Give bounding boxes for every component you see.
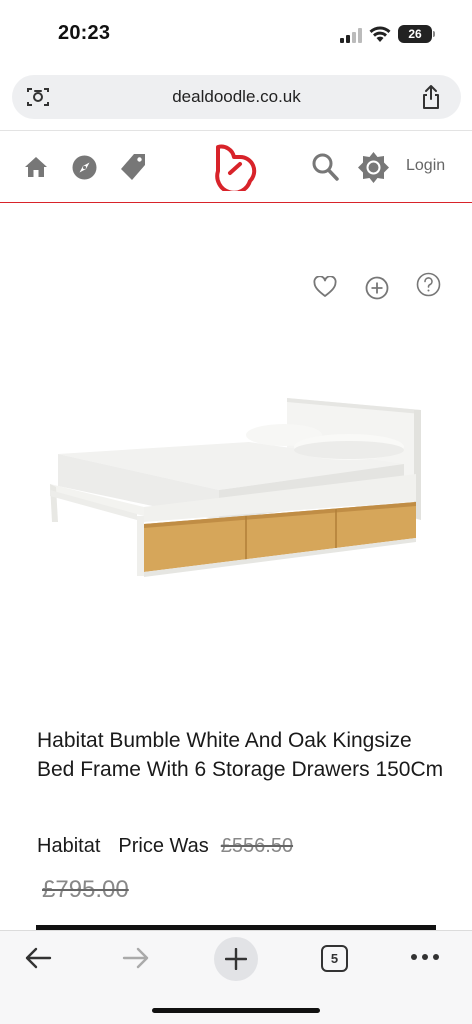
old-price: £795.00 [42,876,129,903]
header-accent-rule [0,202,472,203]
share-icon[interactable] [420,84,442,110]
help-circle-icon[interactable] [416,272,441,297]
browser-toolbar: 5 [0,930,472,1024]
page: 20:23 26 dealdoodle.co.uk Login Habitat … [0,0,472,1024]
camera-search-icon[interactable] [26,86,50,108]
compass-icon[interactable] [72,155,97,180]
cellular-signal-icon [340,28,362,43]
address-bar[interactable]: dealdoodle.co.uk [12,75,461,119]
wifi-icon [369,26,391,42]
dealdoodle-logo[interactable] [210,143,262,191]
back-arrow-icon[interactable] [24,946,52,970]
battery-nub [433,31,435,37]
login-link[interactable]: Login [406,157,445,175]
new-tab-button[interactable] [214,937,258,981]
address-url[interactable]: dealdoodle.co.uk [12,75,461,119]
site-header: Login [0,131,472,203]
more-icon[interactable] [410,953,440,961]
tag-icon[interactable] [120,153,146,181]
price-was-label: Price Was [118,835,209,857]
product-image[interactable] [44,390,428,586]
status-time: 20:23 [58,22,111,44]
forward-arrow-icon[interactable] [122,946,150,970]
product-brand[interactable]: Habitat [37,835,100,858]
add-circle-icon[interactable] [365,276,389,300]
new-tab-plus-icon [225,948,247,970]
product-title[interactable]: Habitat Bumble White And Oak Kingsize Be… [37,726,447,784]
tabs-icon[interactable]: 5 [321,945,348,972]
price-was-value: £556.50 [220,835,294,857]
price-row: Habitat Price Was £556.50 [37,835,457,858]
search-icon[interactable] [312,153,339,181]
brightness-icon[interactable] [358,152,389,183]
battery-indicator: 26 [398,25,432,43]
home-icon[interactable] [24,156,48,178]
home-indicator [152,1008,320,1013]
status-bar: 20:23 26 [0,0,472,66]
heart-icon[interactable] [313,276,337,298]
